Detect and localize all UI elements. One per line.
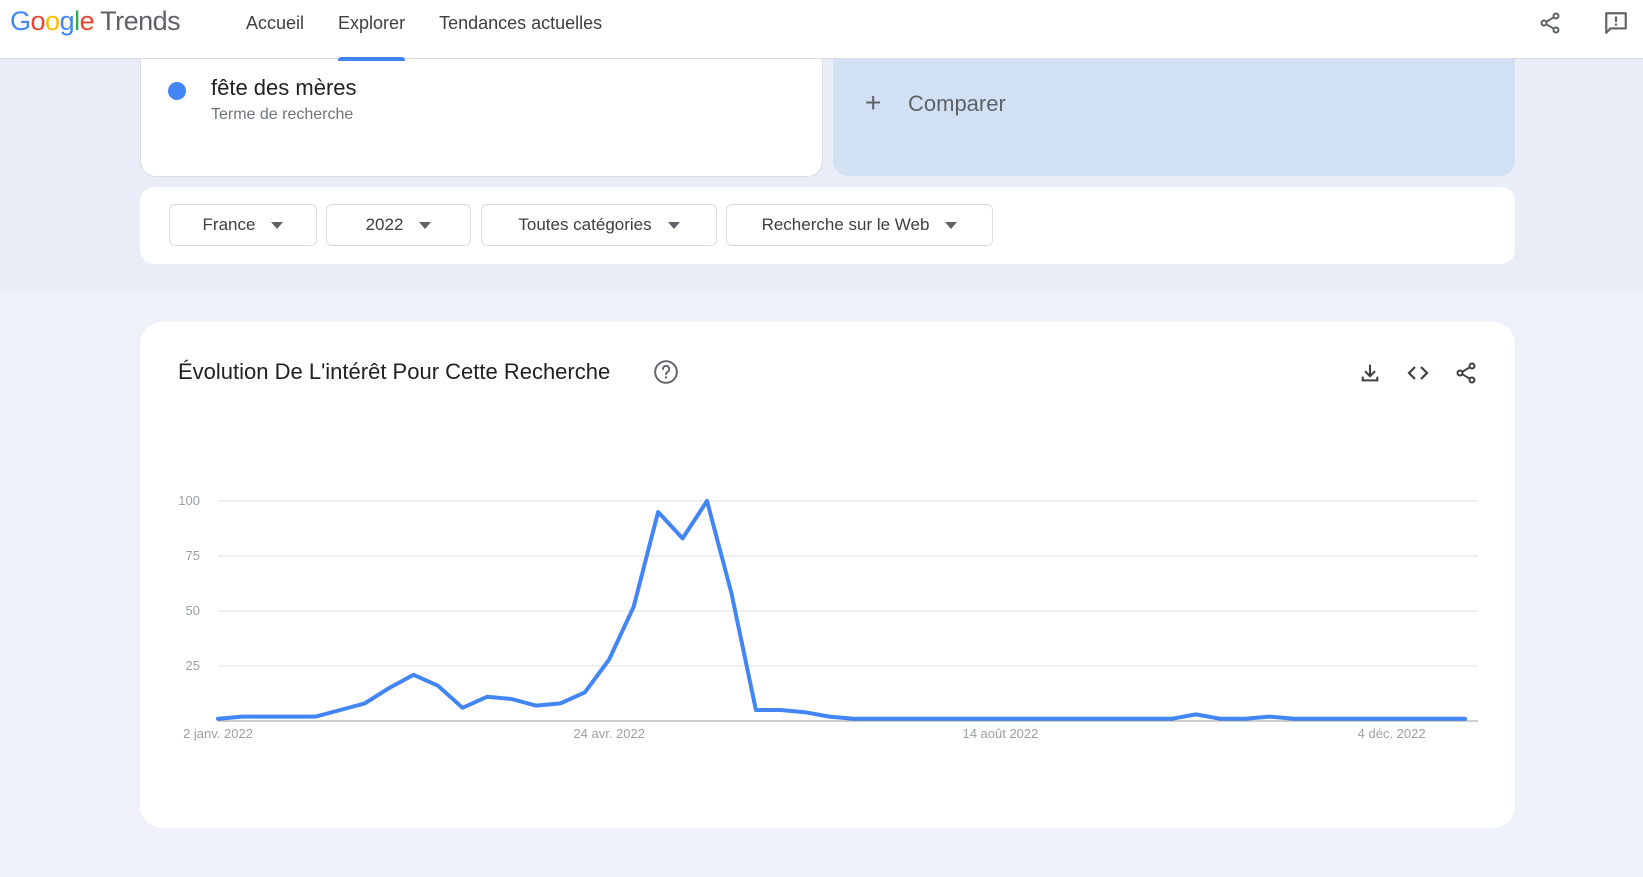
logo-letter: g	[59, 6, 75, 36]
search-term-name[interactable]: fête des mères	[211, 75, 357, 101]
header-actions	[1537, 0, 1643, 46]
filters-bar: France 2022 Toutes catégories Recherche …	[140, 187, 1515, 264]
y-tick-label: 100	[178, 493, 200, 508]
compare-label: Comparer	[908, 91, 1006, 116]
search-term-type: Terme de recherche	[211, 106, 354, 123]
share-icon[interactable]	[1537, 10, 1563, 36]
google-trends-logo[interactable]: Google Trends	[10, 6, 181, 37]
plus-icon: +	[865, 87, 882, 118]
filter-category-label: Toutes catégories	[518, 215, 652, 234]
nav-explorer[interactable]: Explorer	[324, 0, 419, 61]
filter-search-type-label: Recherche sur le Web	[761, 215, 930, 234]
dropdown-caret-icon	[271, 221, 284, 229]
x-tick-label: 2 janv. 2022	[183, 726, 253, 741]
dropdown-caret-icon	[945, 221, 958, 229]
interest-line-chart[interactable]: 25 50 75 100 2 janv. 2022 24 avr. 2022 14 août…	[140, 322, 1515, 828]
series-line	[216, 499, 1467, 721]
logo-letter: o	[45, 6, 60, 36]
term-color-dot	[168, 82, 186, 100]
y-tick-label: 25	[186, 658, 200, 673]
x-tick-label: 4 déc. 2022	[1358, 726, 1426, 741]
compare-button[interactable]: + Comparer	[833, 59, 1515, 176]
x-tick-label: 24 avr. 2022	[573, 726, 645, 741]
top-bar: Google Trends Accueil Explorer Tendances …	[0, 0, 1643, 61]
dropdown-caret-icon	[667, 221, 680, 229]
main-nav: Accueil Explorer Tendances actuelles	[232, 0, 622, 61]
dropdown-caret-icon	[419, 221, 432, 229]
filter-region-label: France	[202, 215, 256, 234]
x-tick-label: 14 août 2022	[962, 726, 1038, 741]
logo-letter: G	[10, 6, 31, 36]
search-term-card[interactable]: fête des mères Terme de recherche	[140, 59, 823, 177]
filter-period[interactable]: 2022	[326, 204, 471, 246]
logo-letter: o	[30, 6, 46, 36]
filter-search-type[interactable]: Recherche sur le Web	[726, 204, 993, 246]
filter-category[interactable]: Toutes catégories	[481, 204, 717, 246]
logo-letter: e	[79, 6, 95, 36]
feedback-icon[interactable]	[1603, 10, 1629, 36]
nav-tendances-actuelles[interactable]: Tendances actuelles	[425, 0, 616, 59]
y-tick-label: 75	[186, 548, 200, 563]
nav-accueil[interactable]: Accueil	[232, 0, 318, 59]
filter-region[interactable]: France	[169, 204, 317, 246]
interest-over-time-card: Évolution De L'intérêt Pour Cette Recher…	[140, 322, 1515, 828]
y-tick-label: 50	[186, 603, 200, 618]
filter-period-label: 2022	[365, 215, 404, 234]
logo-product-name: Trends	[100, 6, 181, 36]
